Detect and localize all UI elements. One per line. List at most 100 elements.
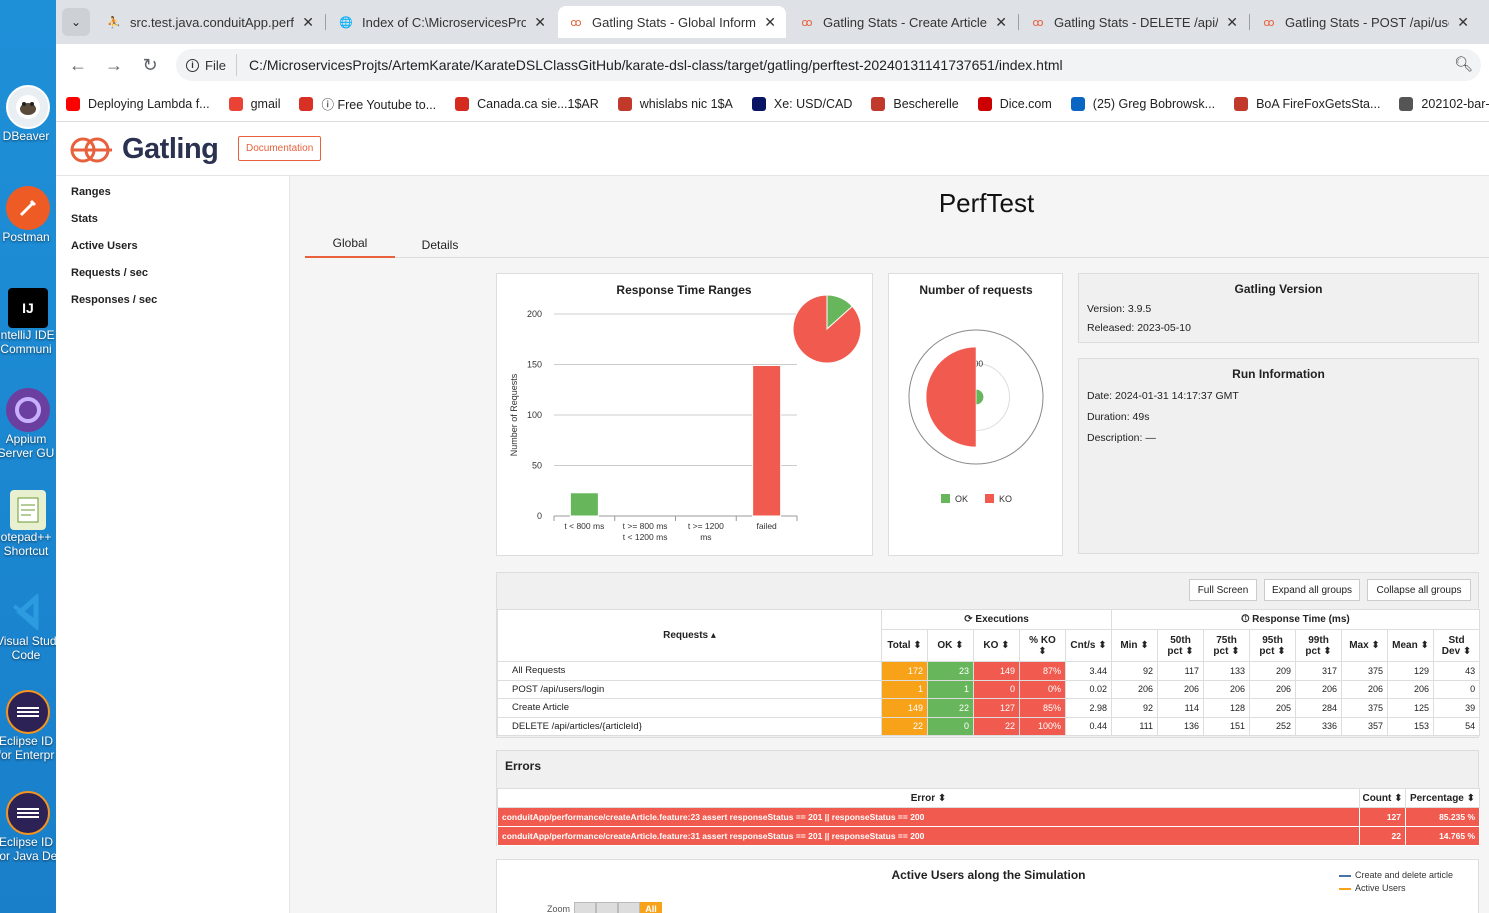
vscode-shortcut[interactable]: Visual Stud Code xyxy=(0,590,56,662)
stat-cell-cnt: 0.44 xyxy=(1064,716,1113,736)
reload-button[interactable]: ↻ xyxy=(136,51,164,79)
browser-tab[interactable]: ꝏ Gatling Stats - Create Article ✕ xyxy=(789,6,1017,38)
stats-column-header[interactable]: % KO ⬍ xyxy=(1019,629,1066,662)
stats-column-header[interactable]: Cnt/s ⬍ xyxy=(1064,629,1113,662)
table-row[interactable]: All Requests 172 23 149 87% 3.44 92 117 133 209 31… xyxy=(497,661,1481,681)
stat-cell-ok: 1 xyxy=(927,679,974,699)
eclipse-enterprise-shortcut[interactable]: Eclipse ID for Enterpr xyxy=(0,690,56,762)
close-icon[interactable]: ✕ xyxy=(764,14,776,31)
bookmark-item[interactable]: whislabs nic 1$A xyxy=(617,96,733,111)
request-name[interactable]: Create Article xyxy=(497,698,882,718)
browser-tab[interactable]: ꝏ Gatling Stats - DELETE /api/arti ✕ xyxy=(1020,6,1248,38)
bookmark-favicon-icon xyxy=(871,96,886,111)
expand-all-groups-button[interactable]: Expand all groups xyxy=(1264,579,1360,601)
table-row[interactable]: Create Article 149 22 127 85% 2.98 92 114 128 205… xyxy=(497,698,1481,718)
legend-item[interactable]: Active Users xyxy=(1339,883,1453,893)
bookmark-item[interactable]: Dice.com xyxy=(977,96,1052,111)
browser-tab-active[interactable]: ꝏ Gatling Stats - Global Informati ✕ xyxy=(558,6,786,38)
sidebar-item-ranges[interactable]: Ranges xyxy=(71,186,111,198)
bookmark-item[interactable]: Xe: USD/CAD xyxy=(751,96,852,111)
browser-tab[interactable]: ꝏ Gatling Stats - POST /api/users ✕ xyxy=(1251,6,1479,38)
percentage-column-header[interactable]: Percentage ⬍ xyxy=(1405,788,1480,808)
sidebar-item-requests-sec[interactable]: Requests / sec xyxy=(71,267,148,279)
count-column-header[interactable]: Count ⬍ xyxy=(1359,788,1406,808)
error-column-header[interactable]: Error ⬍ xyxy=(497,788,1360,808)
forward-button[interactable]: → xyxy=(100,51,128,79)
url-text[interactable]: C:/MicroservicesProjts/ArtemKarate/Karat… xyxy=(237,57,1063,73)
stats-column-header[interactable]: Std Dev ⬍ xyxy=(1433,629,1481,662)
stats-column-header[interactable]: Max ⬍ xyxy=(1341,629,1389,662)
zoom-button[interactable] xyxy=(596,902,619,913)
gatling-logo[interactable]: Gatling xyxy=(70,133,219,166)
error-row: conduitApp/performance/createArticle.fea… xyxy=(497,826,1480,846)
sidebar-item-active-users[interactable]: Active Users xyxy=(71,240,138,252)
stats-column-header[interactable]: 95th pct ⬍ xyxy=(1249,629,1297,662)
browser-tab[interactable]: 🌐 Index of C:\MicroservicesProjt ✕ xyxy=(328,6,556,38)
tab-details[interactable]: Details xyxy=(395,230,485,258)
bar[interactable] xyxy=(569,492,599,517)
request-name[interactable]: All Requests xyxy=(497,661,882,681)
bookmark-favicon-icon xyxy=(455,96,470,111)
legend-item[interactable]: Create and delete article xyxy=(1339,870,1453,880)
zoom-all-button[interactable]: All xyxy=(640,902,663,913)
bookmark-item[interactable]: Canada.ca sie...1$AR xyxy=(455,96,599,111)
close-icon[interactable]: ✕ xyxy=(1457,14,1469,31)
bookmark-favicon-icon xyxy=(1070,96,1085,111)
bar[interactable] xyxy=(752,365,782,517)
stats-column-header[interactable]: 75th pct ⬍ xyxy=(1203,629,1251,662)
bookmark-item[interactable]: gmail xyxy=(228,96,280,111)
request-name[interactable]: DELETE /api/articles/{articleId} xyxy=(497,716,882,736)
intellij-shortcut[interactable]: IJ IntelliJ IDE Communi xyxy=(0,288,56,356)
full-screen-button[interactable]: Full Screen xyxy=(1189,579,1257,601)
stats-column-header[interactable]: Mean ⬍ xyxy=(1387,629,1435,662)
sidebar-item-stats[interactable]: Stats xyxy=(71,213,98,225)
stats-column-header[interactable]: OK ⬍ xyxy=(927,629,974,662)
tab-search-button[interactable]: ⌄ xyxy=(62,8,90,36)
bookmark-item[interactable]: Deploying Lambda f... xyxy=(66,96,210,111)
stat-cell-total: 1 xyxy=(881,679,928,699)
bookmark-item[interactable]: 202102-bar-mtl.pdf xyxy=(1399,96,1489,111)
polar-slice[interactable] xyxy=(975,389,984,405)
stat-cell-std: 43 xyxy=(1433,661,1481,681)
close-icon[interactable]: ✕ xyxy=(534,14,546,31)
stat-cell-min: 92 xyxy=(1111,698,1159,718)
bookmark-item[interactable]: Bescherelle xyxy=(871,96,959,111)
address-bar[interactable]: i File C:/MicroservicesProjts/ArtemKarat… xyxy=(176,49,1481,81)
run-date: 2024-01-31 14:17:37 GMT xyxy=(1115,390,1239,402)
requests-column-header[interactable]: Requests ▴ xyxy=(497,609,882,662)
tab-global[interactable]: Global xyxy=(305,230,395,258)
stats-column-header[interactable]: Total ⬍ xyxy=(881,629,928,662)
documentation-button[interactable]: Documentation xyxy=(238,136,322,161)
browser-tab[interactable]: ⛹ src.test.java.conduitApp.perfor ✕ xyxy=(96,6,324,38)
close-icon[interactable]: ✕ xyxy=(302,14,314,31)
run-information-box: Run Information Date: 2024-01-31 14:17:3… xyxy=(1078,358,1479,554)
zoom-icon[interactable]: 🔍︎ xyxy=(1454,55,1473,73)
close-icon[interactable]: ✕ xyxy=(1226,14,1238,31)
sidebar-item-responses-sec[interactable]: Responses / sec xyxy=(71,294,157,306)
appium-shortcut[interactable]: Appium Server GU xyxy=(0,388,56,460)
site-info-button[interactable]: i File xyxy=(176,54,237,76)
zoom-button[interactable] xyxy=(618,902,641,913)
notepad-shortcut[interactable]: otepad++ Shortcut xyxy=(0,490,56,558)
dbeaver-shortcut[interactable]: DBeaver xyxy=(0,85,56,143)
bookmark-item[interactable]: (25) Greg Bobrowsk... xyxy=(1070,96,1215,111)
postman-shortcut[interactable]: Postman xyxy=(0,186,56,244)
back-button[interactable]: ← xyxy=(64,51,92,79)
zoom-button[interactable] xyxy=(574,902,597,913)
stats-column-header[interactable]: Min ⬍ xyxy=(1111,629,1159,662)
bookmark-item[interactable]: ⓘ Free Youtube to... xyxy=(299,94,436,113)
table-row[interactable]: POST /api/users/login 1 1 0 0% 0.02 206 206 206 2… xyxy=(497,679,1481,699)
stats-column-header[interactable]: 99th pct ⬍ xyxy=(1295,629,1343,662)
request-name[interactable]: POST /api/users/login xyxy=(497,679,882,699)
stat-cell-max: 375 xyxy=(1341,661,1389,681)
polar-slice[interactable] xyxy=(925,346,977,448)
stats-column-header[interactable]: 50th pct ⬍ xyxy=(1157,629,1205,662)
desktop-icon-strip: DBeaver Postman IJ IntelliJ IDE Communi … xyxy=(0,0,56,913)
bookmark-item[interactable]: BoA FireFoxGetsSta... xyxy=(1234,96,1380,111)
response-time-ranges-chart: Response Time Ranges 0 50 100 150 200 Number o… xyxy=(509,283,862,542)
close-icon[interactable]: ✕ xyxy=(995,14,1007,31)
table-row[interactable]: DELETE /api/articles/{articleId} 22 0 22 100… xyxy=(497,716,1481,736)
collapse-all-groups-button[interactable]: Collapse all groups xyxy=(1367,579,1471,601)
stats-column-header[interactable]: KO ⬍ xyxy=(973,629,1020,662)
eclipse-java-shortcut[interactable]: Eclipse ID for Java De xyxy=(0,791,56,863)
